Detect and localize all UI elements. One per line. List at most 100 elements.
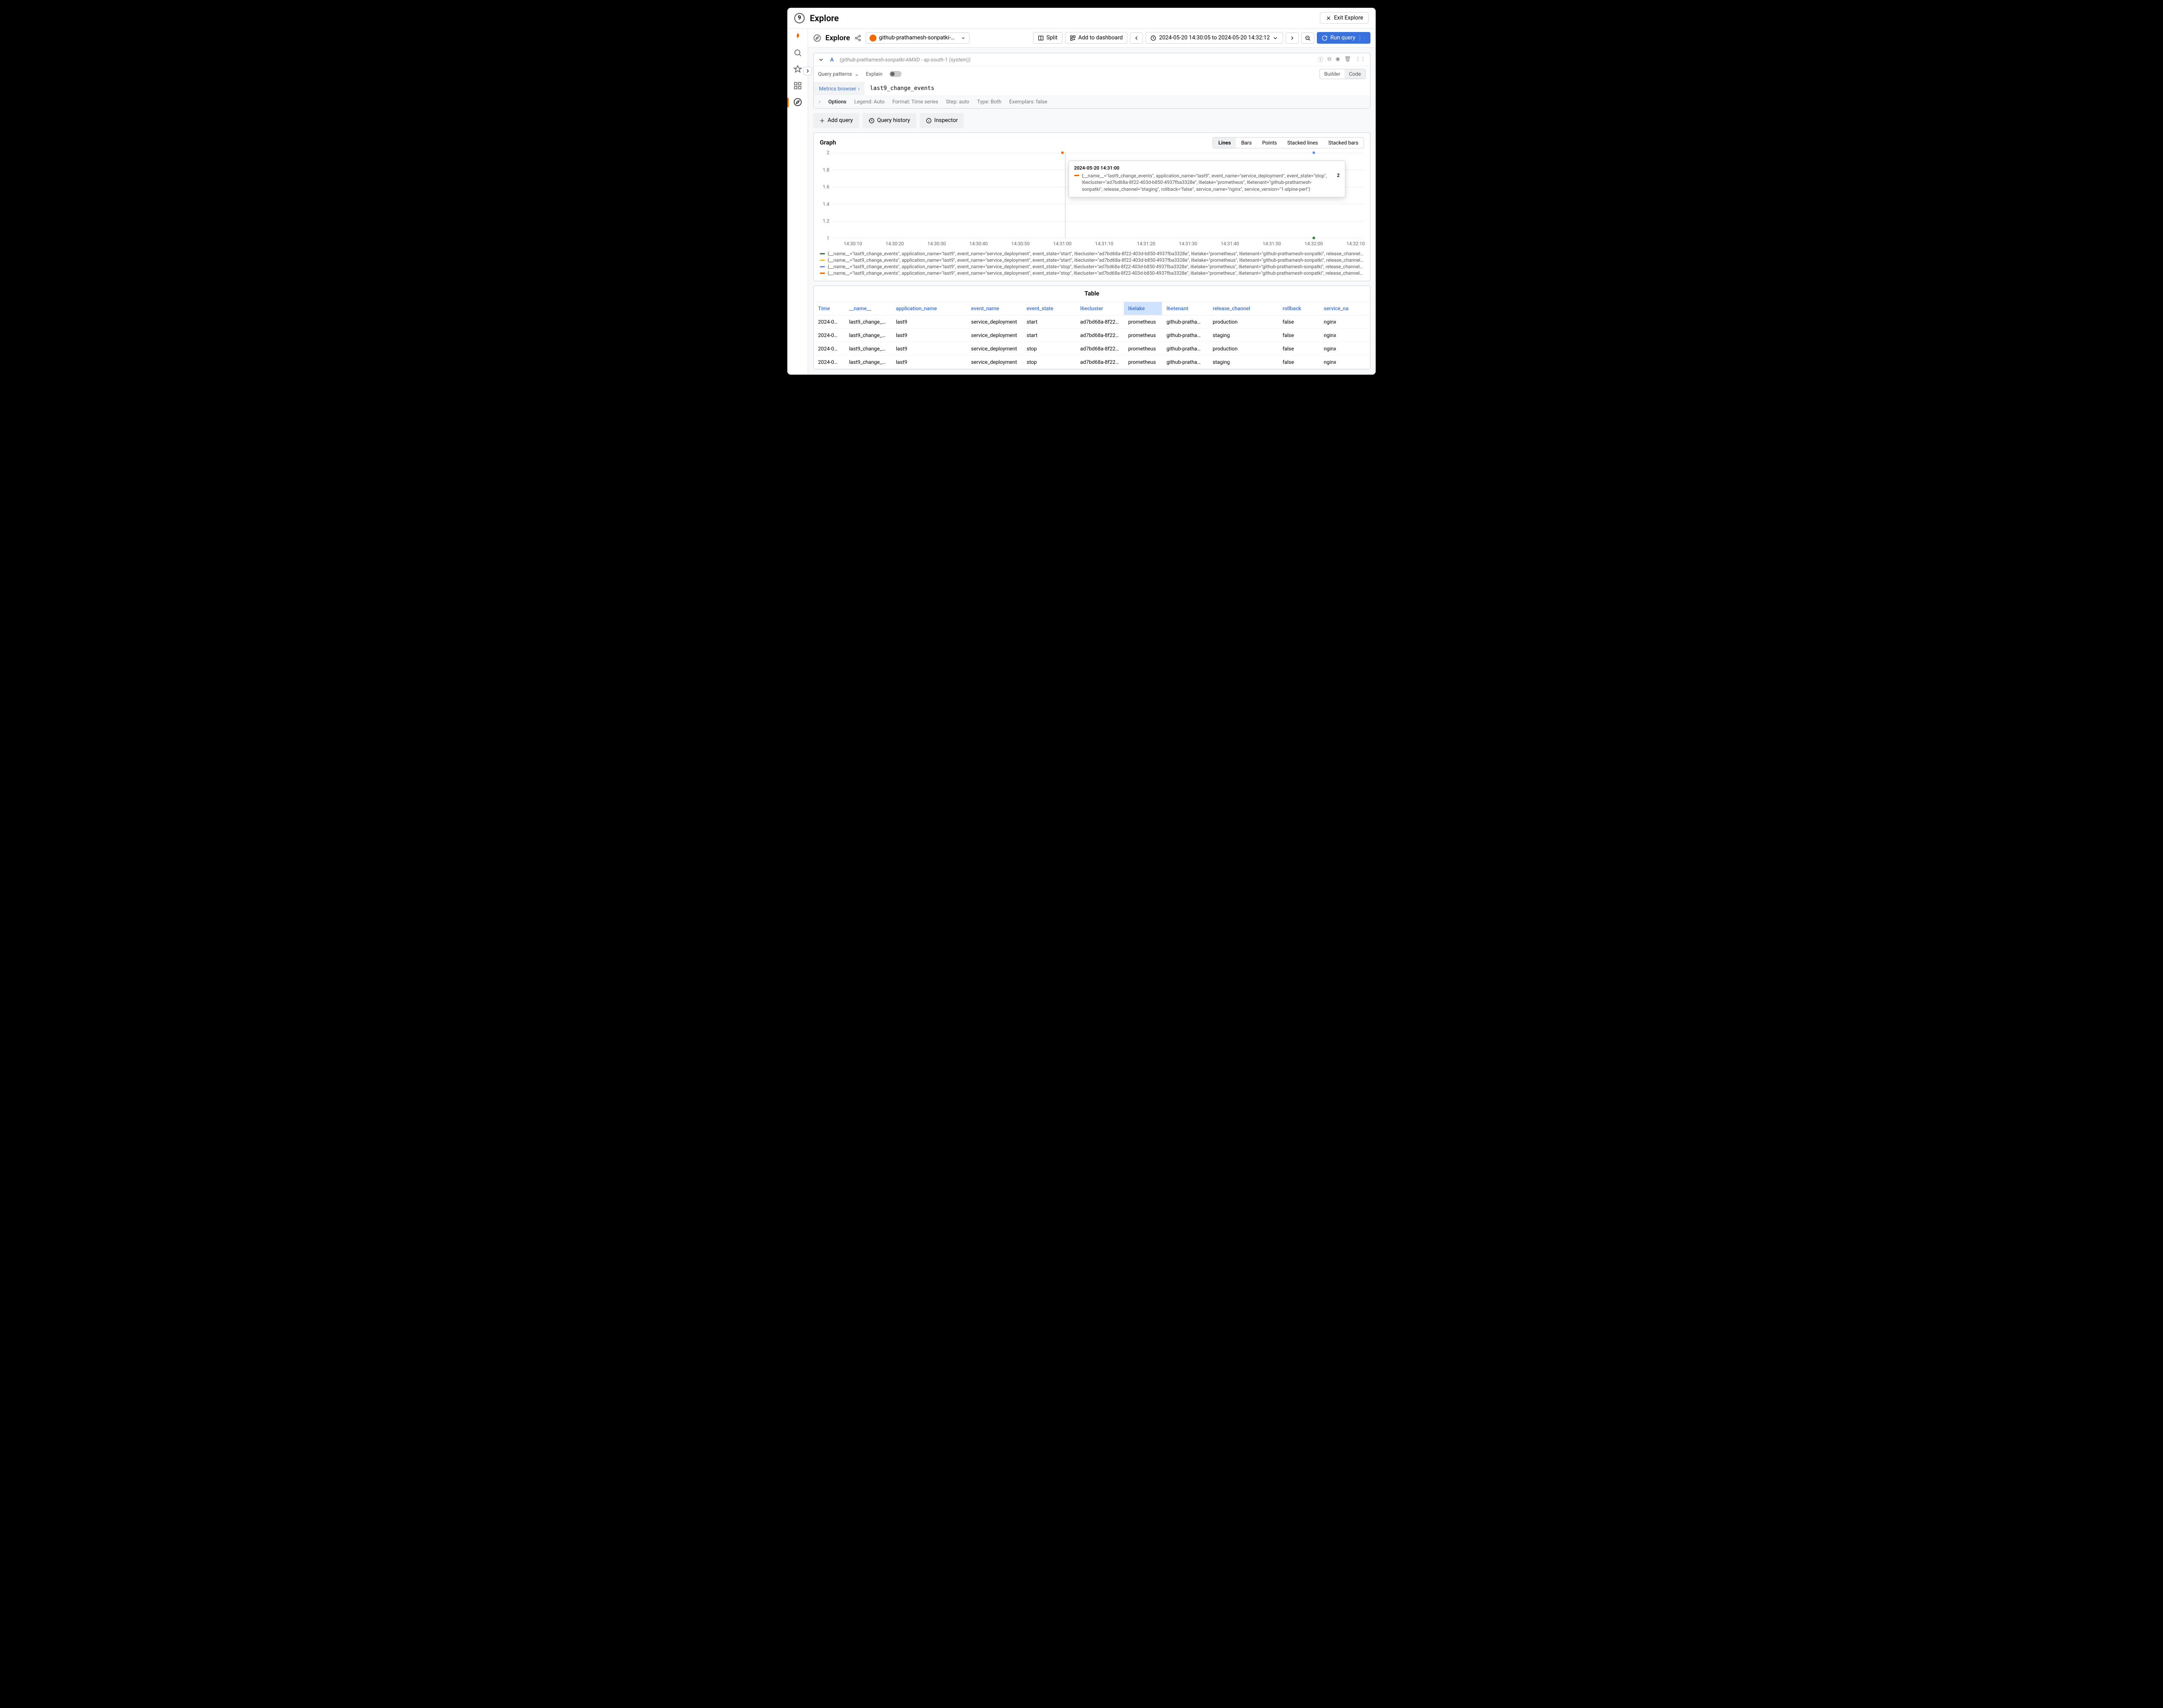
- table-row[interactable]: 2024-05-20 14:32:0...last9_change_eve...…: [814, 315, 1370, 329]
- query-patterns-dropdown[interactable]: Query patterns ⌄: [818, 71, 859, 77]
- grid-plus-icon: [1070, 35, 1076, 41]
- inspector-button[interactable]: Inspector: [920, 113, 964, 128]
- refresh-icon: [1322, 35, 1328, 41]
- split-button[interactable]: Split: [1033, 32, 1062, 44]
- data-point: [1061, 151, 1064, 154]
- table-row[interactable]: 2024-05-20 14:32:0...last9_change_eve...…: [814, 329, 1370, 342]
- query-input[interactable]: [865, 82, 1370, 95]
- dashboards-icon[interactable]: [793, 81, 802, 90]
- grafana-icon[interactable]: [793, 32, 802, 41]
- query-delete-icon[interactable]: 🗑: [1345, 56, 1351, 63]
- legend-item[interactable]: {__name__="last9_change_events", applica…: [820, 263, 1364, 270]
- column-header[interactable]: l6etenant: [1162, 302, 1208, 315]
- clock-icon: [1150, 35, 1156, 41]
- compass-icon: [813, 34, 821, 42]
- star-icon[interactable]: [793, 65, 802, 74]
- sidebar-active-indicator: [787, 98, 789, 107]
- column-header[interactable]: service_na: [1319, 302, 1370, 315]
- page-title: Explore: [810, 13, 1320, 23]
- column-header[interactable]: __name__: [845, 302, 892, 315]
- explain-toggle[interactable]: [889, 71, 902, 77]
- datasource-logo-icon: [870, 35, 876, 42]
- tab-code[interactable]: Code: [1345, 69, 1365, 79]
- query-drag-icon[interactable]: ⋮⋮: [1355, 56, 1366, 63]
- viz-tab-stacked-bars[interactable]: Stacked bars: [1323, 138, 1364, 148]
- exit-label: Exit Explore: [1334, 15, 1363, 21]
- compass-icon[interactable]: [793, 98, 802, 106]
- share-icon[interactable]: [854, 35, 861, 42]
- query-editor: A (github-prathamesh-sonpatki-AMXD - ap-…: [813, 53, 1370, 109]
- topbar: 9 Explore Exit Explore: [787, 8, 1376, 29]
- options-expand-icon[interactable]: ›: [819, 99, 821, 105]
- search-icon[interactable]: [793, 48, 802, 57]
- column-header[interactable]: event_state: [1022, 302, 1076, 315]
- viz-tab-lines[interactable]: Lines: [1213, 138, 1236, 148]
- opt-format: Format: Time series: [892, 99, 938, 105]
- sidebar-expand-button[interactable]: [803, 67, 812, 75]
- graph-title: Graph: [820, 139, 836, 146]
- time-next-button[interactable]: [1286, 32, 1299, 44]
- legend-item[interactable]: {__name__="last9_change_events", applica…: [820, 250, 1364, 257]
- opt-legend: Legend: Auto: [854, 99, 884, 105]
- viz-tab-stacked-lines[interactable]: Stacked lines: [1282, 138, 1323, 148]
- query-history-button[interactable]: Query history: [863, 113, 916, 128]
- viz-type-tabs: LinesBarsPointsStacked linesStacked bars: [1213, 137, 1364, 148]
- chevron-left-icon: [1133, 35, 1139, 41]
- table-row[interactable]: 2024-05-20 14:32:0...last9_change_eve...…: [814, 342, 1370, 356]
- history-icon: [869, 118, 875, 124]
- query-toggle-icon[interactable]: ◉: [1335, 56, 1340, 63]
- run-query-button[interactable]: Run query: [1317, 32, 1370, 44]
- table-title: Table: [814, 286, 1370, 302]
- viz-tab-points[interactable]: Points: [1257, 138, 1282, 148]
- column-header[interactable]: application_name: [892, 302, 967, 315]
- column-header[interactable]: event_name: [967, 302, 1022, 315]
- zoom-out-icon: [1305, 35, 1311, 41]
- column-header[interactable]: Time: [814, 302, 845, 315]
- add-query-button[interactable]: ＋Add query: [813, 113, 859, 128]
- tooltip-text: {__name__="last9_change_events", applica…: [1082, 173, 1332, 193]
- x-axis: 14:30:1014:30:2014:30:3014:30:4014:30:50…: [832, 239, 1364, 248]
- query-help-icon[interactable]: ⓘ: [1318, 56, 1323, 63]
- legend-item[interactable]: {__name__="last9_change_events", applica…: [820, 270, 1364, 276]
- column-header[interactable]: l6elake: [1124, 302, 1162, 315]
- plus-icon: ＋: [819, 116, 825, 125]
- explore-title: Explore: [825, 34, 850, 42]
- chart-area[interactable]: 11.21.41.61.82 14:30:1014:30:2014:30:301…: [826, 153, 1364, 248]
- columns-icon: [1038, 35, 1044, 41]
- options-label[interactable]: Options: [828, 99, 847, 105]
- tooltip-value: 2: [1337, 173, 1339, 193]
- opt-exemplars: Exemplars: false: [1009, 99, 1047, 105]
- metrics-browser-button[interactable]: Metrics browser›: [814, 82, 865, 95]
- viz-tab-bars[interactable]: Bars: [1236, 138, 1257, 148]
- close-icon: [1325, 15, 1332, 21]
- app-logo: 9: [794, 13, 805, 23]
- chevron-down-icon[interactable]: [818, 57, 824, 63]
- datasource-picker[interactable]: github-prathamesh-sonpatki-AMXD - ap-: [866, 32, 969, 44]
- column-header[interactable]: l6ecluster: [1076, 302, 1124, 315]
- time-prev-button[interactable]: [1130, 32, 1143, 44]
- add-to-dashboard-button[interactable]: Add to dashboard: [1065, 32, 1128, 44]
- query-duplicate-icon[interactable]: ⧉: [1328, 56, 1332, 63]
- explore-toolbar: Explore github-prathamesh-sonpatki-AMXD …: [808, 29, 1376, 48]
- query-ref-label: A: [830, 57, 834, 63]
- zoom-out-button[interactable]: [1301, 32, 1314, 44]
- info-icon: [926, 118, 932, 124]
- tooltip-swatch: [1074, 175, 1079, 176]
- explain-label: Explain: [866, 71, 883, 77]
- legend-item[interactable]: {__name__="last9_change_events", applica…: [820, 257, 1364, 263]
- y-axis: 11.21.41.61.82: [820, 153, 830, 238]
- tooltip-time: 2024-05-20 14:31:00: [1074, 165, 1340, 171]
- datasource-name: github-prathamesh-sonpatki-AMXD - ap-: [879, 35, 958, 41]
- table-panel: Table Time__name__application_nameevent_…: [813, 286, 1370, 369]
- column-header[interactable]: rollback: [1278, 302, 1319, 315]
- table-row[interactable]: 2024-05-20 14:32:0...last9_change_eve...…: [814, 356, 1370, 369]
- tab-builder[interactable]: Builder: [1320, 69, 1345, 79]
- chevron-right-icon: [805, 68, 811, 74]
- exit-explore-button[interactable]: Exit Explore: [1320, 12, 1369, 24]
- column-header[interactable]: release_channel: [1208, 302, 1278, 315]
- opt-type: Type: Both: [977, 99, 1001, 105]
- time-range-picker[interactable]: 2024-05-20 14:30:05 to 2024-05-20 14:32:…: [1146, 32, 1283, 44]
- editor-mode-tabs: Builder Code: [1319, 69, 1366, 79]
- opt-step: Step: auto: [946, 99, 969, 105]
- query-datasource-desc: (github-prathamesh-sonpatki-AMXD - ap-so…: [840, 57, 970, 63]
